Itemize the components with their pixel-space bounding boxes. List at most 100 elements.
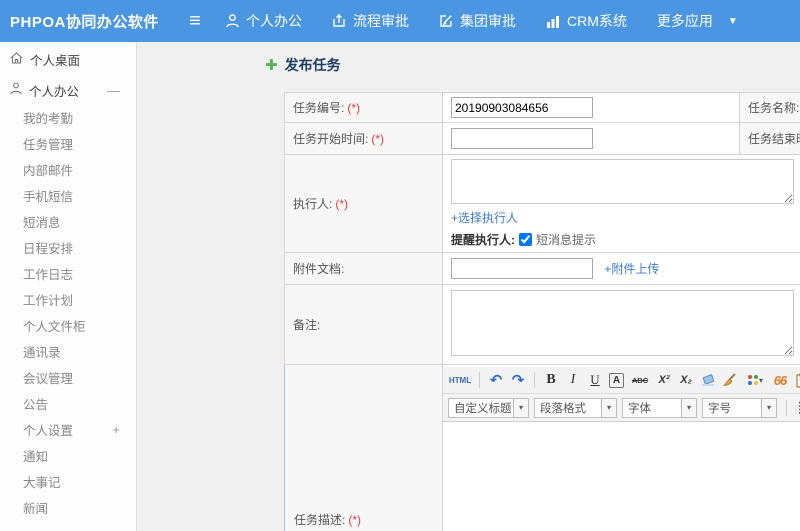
description-label: 任务描述: (*) xyxy=(284,364,443,531)
sidebar-item-label: 个人桌面 xyxy=(30,53,81,68)
page-title-text: 发布任务 xyxy=(284,57,341,73)
row-remark: 备注: xyxy=(284,284,800,365)
sidebar-item-personal-office[interactable]: 个人办公 — xyxy=(0,76,136,104)
sidebar: 个人桌面 个人办公 — 我的考勤 任务管理 内部邮件 手机短信 短消息 日程安排… xyxy=(0,42,137,531)
collapse-icon[interactable]: — xyxy=(107,83,120,98)
rich-text-editor: HTML ↶ ↷ B I U A ABC X² X₂ ▾ 66 自定义标题 ▾ … xyxy=(442,364,800,531)
nav-process-approval[interactable]: 流程审批 xyxy=(332,11,409,31)
source-code-button[interactable]: HTML xyxy=(447,370,473,390)
sidebar-item-file-cabinet[interactable]: 个人文件柜 xyxy=(0,312,136,338)
caret-down-icon: ▾ xyxy=(681,398,696,417)
nav-label: 流程审批 xyxy=(353,13,409,29)
eraser-icon[interactable] xyxy=(698,370,718,390)
task-form: 任务编号:(*) 任务名称:(*) 任务开始时间:(*) 任务结束时 xyxy=(284,92,800,531)
top-nav: 个人办公 流程审批 集团审批 CRM系统 更多应用 ▼ xyxy=(226,11,738,31)
nav-more-apps[interactable]: 更多应用 ▼ xyxy=(657,11,738,31)
start-time-input[interactable] xyxy=(451,128,593,149)
row-executor: 执行人: (*) +选择执行人 提醒执行人: 短消息提示 xyxy=(284,154,800,253)
sidebar-item-events[interactable]: 大事记 xyxy=(0,468,136,494)
sidebar-item-meeting[interactable]: 会议管理 xyxy=(0,364,136,390)
bold-button[interactable]: B xyxy=(541,370,561,390)
blockquote-button[interactable]: 66 xyxy=(770,370,790,390)
user-icon xyxy=(226,14,239,28)
select-executor-link[interactable]: +选择执行人 xyxy=(451,211,518,225)
attachment-input[interactable] xyxy=(451,258,593,279)
row-start-time: 任务开始时间:(*) 任务结束时间:(*) xyxy=(284,122,800,155)
sms-remind-label: 短消息提示 xyxy=(536,233,597,247)
caret-down-icon: ▾ xyxy=(601,398,616,417)
sidebar-item-notice[interactable]: 通知 xyxy=(0,442,136,468)
task-no-input[interactable] xyxy=(451,97,593,118)
caret-down-icon: ▼ xyxy=(727,15,738,27)
underline-button[interactable]: U xyxy=(585,370,605,390)
app-logo: PHPOA协同办公软件 xyxy=(10,13,159,31)
sidebar-item-announcement[interactable]: 公告 xyxy=(0,390,136,416)
plus-icon: ✚ xyxy=(265,56,278,74)
editor-toolbar-top: HTML ↶ ↷ B I U A ABC X² X₂ ▾ 66 xyxy=(443,367,800,394)
end-time-label: 任务结束时间:(*) xyxy=(739,122,800,155)
row-attachment: 附件文档: +附件上传 xyxy=(284,252,800,285)
align-left-icon[interactable] xyxy=(796,398,800,418)
sidebar-item-sms[interactable]: 手机短信 xyxy=(0,182,136,208)
sidebar-item-label: 个人办公 xyxy=(29,84,80,99)
nav-label: 集团审批 xyxy=(460,13,516,29)
highlight-color-icon[interactable]: ▾ xyxy=(742,370,768,390)
sidebar-item-news[interactable]: 新闻 xyxy=(0,494,136,520)
caret-down-icon: ▾ xyxy=(513,398,528,417)
sidebar-item-personal-settings[interactable]: 个人设置 + xyxy=(0,416,136,442)
sidebar-item-work-plan[interactable]: 工作计划 xyxy=(0,286,136,312)
custom-heading-select[interactable]: 自定义标题 ▾ xyxy=(448,397,529,418)
row-description: 任务描述: (*) HTML ↶ ↷ B I U A ABC X² X₂ ▾ 6… xyxy=(284,364,800,531)
nav-personal-office[interactable]: 个人办公 xyxy=(226,11,302,31)
sidebar-item-desktop[interactable]: 个人桌面 xyxy=(0,42,136,76)
sidebar-item-short-message[interactable]: 短消息 xyxy=(0,208,136,234)
user-icon xyxy=(10,82,22,98)
sidebar-item-attendance[interactable]: 我的考勤 xyxy=(0,104,136,130)
sidebar-item-internal-mail[interactable]: 内部邮件 xyxy=(0,156,136,182)
strikethrough-button[interactable]: ABC xyxy=(628,370,652,390)
sidebar-item-schedule[interactable]: 日程安排 xyxy=(0,234,136,260)
editor-toolbar-bottom: 自定义标题 ▾ 段落格式 ▾ 字体 ▾ 字号 ▾ xyxy=(443,394,800,422)
sidebar-item-work-log[interactable]: 工作日志 xyxy=(0,260,136,286)
bar-chart-icon xyxy=(546,15,560,28)
redo-icon[interactable]: ↷ xyxy=(508,370,528,390)
font-size-select[interactable]: 字号 ▾ xyxy=(702,397,777,418)
caret-down-icon: ▾ xyxy=(758,375,763,385)
process-icon xyxy=(332,14,346,28)
paste-text-icon[interactable]: T xyxy=(792,370,800,390)
subscript-button[interactable]: X₂ xyxy=(676,370,696,390)
nav-label: CRM系统 xyxy=(567,13,627,29)
remind-executor-label: 提醒执行人: xyxy=(451,233,515,247)
undo-icon[interactable]: ↶ xyxy=(486,370,506,390)
executor-label: 执行人: (*) xyxy=(284,154,443,253)
top-bar: PHPOA协同办公软件 ≡ 个人办公 流程审批 集团审批 CRM系统 更多应用 … xyxy=(0,0,800,42)
start-time-label: 任务开始时间: (*) xyxy=(284,122,443,155)
nav-label: 个人办公 xyxy=(246,13,302,29)
task-name-label: 任务名称:(*) xyxy=(739,92,800,123)
task-no-label: 任务编号: (*) xyxy=(284,92,443,123)
superscript-button[interactable]: X² xyxy=(654,370,674,390)
main-content: ✚ 发布任务 任务编号:(*) 任务名称:(*) 任务开始时间:(*) xyxy=(137,42,800,531)
expand-icon[interactable]: + xyxy=(112,422,120,437)
nav-crm-system[interactable]: CRM系统 xyxy=(546,11,627,31)
font-style-button[interactable]: A xyxy=(609,372,624,388)
home-icon xyxy=(10,51,23,67)
edit-icon xyxy=(439,14,453,28)
nav-group-approval[interactable]: 集团审批 xyxy=(439,11,516,31)
paragraph-format-select[interactable]: 段落格式 ▾ xyxy=(534,397,617,418)
sidebar-item-contacts[interactable]: 通讯录 xyxy=(0,338,136,364)
nav-label: 更多应用 xyxy=(656,13,713,29)
executor-textarea[interactable] xyxy=(451,159,794,204)
row-task-no: 任务编号:(*) 任务名称:(*) xyxy=(284,92,800,123)
italic-button[interactable]: I xyxy=(563,370,583,390)
editor-content-area[interactable] xyxy=(443,422,800,531)
caret-down-icon: ▾ xyxy=(761,398,776,417)
font-family-select[interactable]: 字体 ▾ xyxy=(622,397,697,418)
menu-toggle-icon[interactable]: ≡ xyxy=(178,11,212,31)
format-brush-icon[interactable] xyxy=(720,370,740,390)
attachment-upload-link[interactable]: +附件上传 xyxy=(604,262,659,276)
remark-textarea[interactable] xyxy=(451,290,794,356)
page-title: ✚ 发布任务 xyxy=(265,55,800,75)
sms-remind-checkbox[interactable] xyxy=(519,233,532,246)
sidebar-item-task-management[interactable]: 任务管理 xyxy=(0,130,136,156)
